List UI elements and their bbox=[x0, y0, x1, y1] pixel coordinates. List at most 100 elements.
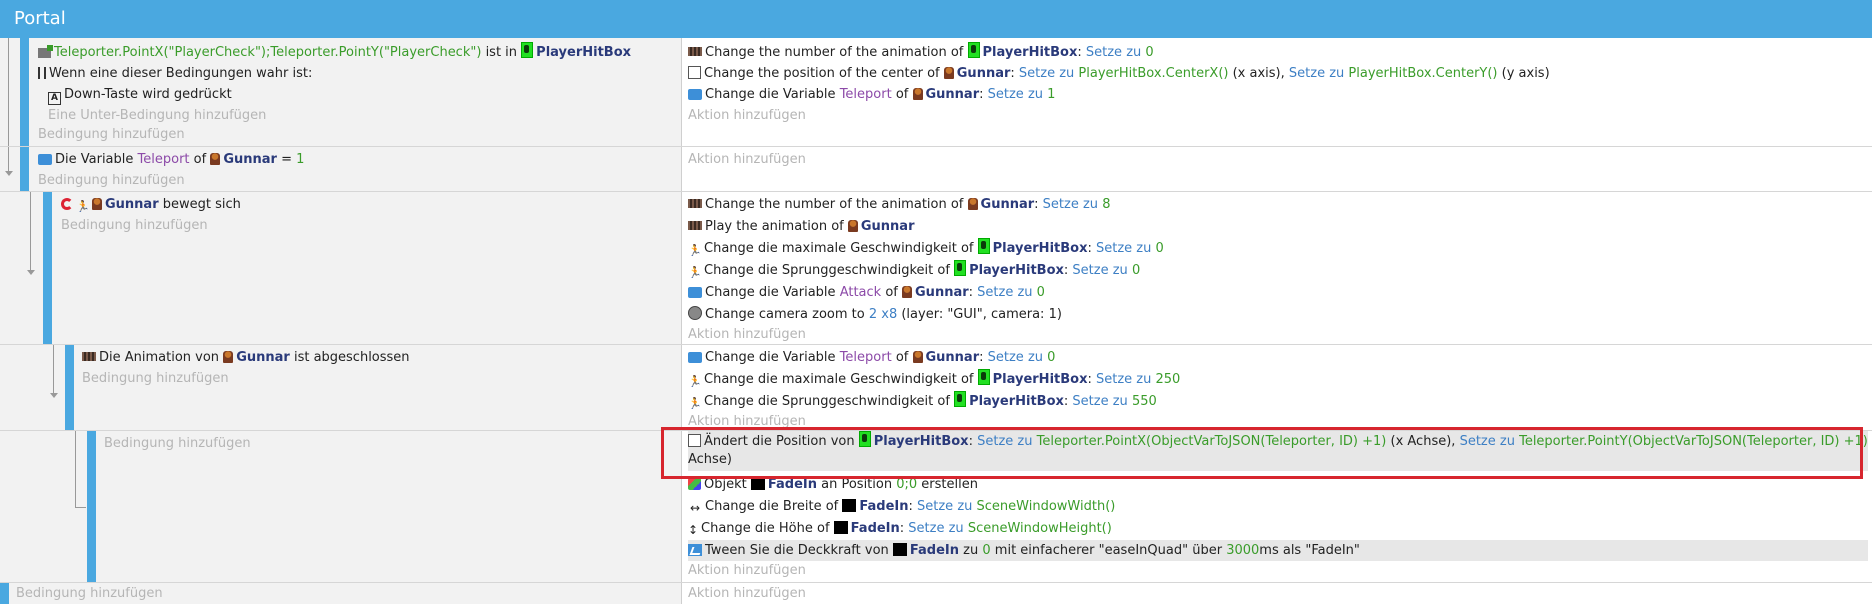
width-arrows-icon: ↔ bbox=[689, 501, 701, 515]
add-action-link[interactable]: Aktion hinzufügen bbox=[688, 149, 806, 170]
platformer-icon bbox=[76, 200, 89, 213]
keyboard-icon: A bbox=[48, 92, 61, 105]
action-set-position-wrap: Achse) bbox=[688, 452, 732, 467]
add-action-link[interactable]: Aktion hinzufügen bbox=[688, 411, 806, 432]
variable-icon bbox=[688, 287, 702, 298]
action-center-position[interactable]: Change the position of the center of Gun… bbox=[688, 63, 1550, 84]
add-condition-link[interactable]: Bedingung hinzufügen bbox=[38, 170, 185, 191]
event-bar[interactable] bbox=[20, 147, 29, 191]
position-icon bbox=[688, 434, 701, 447]
conditions-pane[interactable]: Teleporter.PointX("PlayerCheck");Telepor… bbox=[0, 38, 682, 146]
event-3[interactable]: Gunnar bewegt sich Bedingung hinzufügen … bbox=[0, 192, 1872, 345]
event-2[interactable]: Die Variable Teleport of Gunnar = 1 Bedi… bbox=[0, 147, 1872, 192]
action-anim-number[interactable]: Change the number of the animation of Pl… bbox=[688, 42, 1154, 63]
animation-icon bbox=[688, 47, 702, 56]
action-variable-teleport[interactable]: Change die Variable Teleport of Gunnar: … bbox=[688, 84, 1055, 105]
action-create-object[interactable]: Objekt FadeIn an Position 0;0 erstellen bbox=[688, 474, 978, 495]
conditions-pane[interactable]: Gunnar bewegt sich Bedingung hinzufügen bbox=[0, 192, 682, 344]
actions-pane[interactable]: Change the number of the animation of Gu… bbox=[682, 192, 1872, 344]
actions-pane[interactable]: Ändert die Position von PlayerHitBox: Se… bbox=[682, 431, 1872, 582]
action-camera-zoom[interactable]: Change camera zoom to 2 x8 (layer: "GUI"… bbox=[688, 304, 1062, 325]
condition-key-down[interactable]: A Down-Taste wird gedrückt bbox=[48, 84, 232, 105]
playerhitbox-icon bbox=[954, 391, 967, 407]
condition-collision[interactable]: Teleporter.PointX("PlayerCheck");Telepor… bbox=[38, 42, 631, 63]
platformer-icon bbox=[688, 397, 701, 410]
tween-icon bbox=[688, 544, 702, 556]
playerhitbox-icon bbox=[977, 238, 990, 254]
action-play-animation[interactable]: Play the animation of Gunnar bbox=[688, 216, 915, 237]
animation-icon bbox=[688, 199, 702, 208]
playerhitbox-icon bbox=[858, 431, 871, 447]
action-variable-teleport[interactable]: Change die Variable Teleport of Gunnar: … bbox=[688, 347, 1055, 368]
event-4[interactable]: Die Animation von Gunnar ist abgeschloss… bbox=[0, 345, 1872, 431]
action-anim-number[interactable]: Change the number of the animation of Gu… bbox=[688, 194, 1110, 215]
add-action-link[interactable]: Aktion hinzufügen bbox=[688, 560, 806, 581]
conditions-pane[interactable]: Bedingung hinzufügen bbox=[0, 583, 682, 604]
add-action-link[interactable]: Aktion hinzufügen bbox=[688, 105, 806, 126]
add-action-link[interactable]: Aktion hinzufügen bbox=[688, 324, 806, 345]
gunnar-icon bbox=[223, 351, 234, 363]
tree-arrow bbox=[27, 192, 35, 275]
action-height[interactable]: ↕ Change die Höhe of FadeIn: Setze zu Sce… bbox=[688, 518, 1112, 539]
add-action-link[interactable]: Aktion hinzufügen bbox=[688, 583, 806, 604]
variable-icon bbox=[688, 89, 702, 100]
event-6[interactable]: Bedingung hinzufügen Aktion hinzufügen bbox=[0, 583, 1872, 604]
event-bar[interactable] bbox=[0, 583, 9, 604]
action-width[interactable]: ↔ Change die Breite of FadeIn: Setze zu S… bbox=[688, 496, 1115, 517]
action-jump-speed[interactable]: Change die Sprunggeschwindigkeit of Play… bbox=[688, 260, 1140, 281]
event-bar[interactable] bbox=[87, 431, 96, 582]
add-subcondition-link[interactable]: Eine Unter-Bedingung hinzufügen bbox=[48, 105, 266, 126]
condition-variable[interactable]: Die Variable Teleport of Gunnar = 1 bbox=[38, 149, 304, 170]
gunnar-icon bbox=[210, 153, 221, 165]
playerhitbox-icon bbox=[967, 42, 980, 58]
platformer-icon bbox=[688, 375, 701, 388]
add-condition-link[interactable]: Bedingung hinzufügen bbox=[61, 215, 208, 236]
tree-line bbox=[75, 431, 86, 508]
action-set-position[interactable]: Ändert die Position von PlayerHitBox: Se… bbox=[688, 431, 1872, 452]
actions-pane[interactable]: Aktion hinzufügen bbox=[682, 147, 1872, 191]
group-title: Portal bbox=[14, 8, 66, 29]
condition-or[interactable]: Wenn eine dieser Bedingungen wahr ist: bbox=[38, 63, 312, 84]
action-tween-opacity[interactable]: Tween Sie die Deckkraft von FadeIn zu 0 … bbox=[688, 540, 1360, 561]
condition-point-icon bbox=[38, 45, 53, 58]
animation-icon bbox=[82, 352, 96, 361]
event-bar[interactable] bbox=[65, 345, 74, 430]
event-1[interactable]: Teleporter.PointX("PlayerCheck");Telepor… bbox=[0, 38, 1872, 147]
gunnar-icon bbox=[92, 198, 102, 210]
conditions-pane[interactable]: Die Variable Teleport of Gunnar = 1 Bedi… bbox=[0, 147, 682, 191]
add-condition-link[interactable]: Bedingung hinzufügen bbox=[38, 124, 185, 145]
action-max-speed[interactable]: Change die maximale Geschwindigkeit of P… bbox=[688, 369, 1180, 390]
height-arrows-icon: ↕ bbox=[688, 523, 699, 537]
gunnar-icon bbox=[943, 67, 954, 79]
event-bar[interactable] bbox=[20, 38, 29, 146]
camera-icon bbox=[688, 306, 702, 320]
create-object-icon bbox=[688, 478, 701, 490]
condition-animation-finished[interactable]: Die Animation von Gunnar ist abgeschloss… bbox=[82, 347, 410, 368]
action-variable-attack[interactable]: Change die Variable Attack of Gunnar: Se… bbox=[688, 282, 1045, 303]
add-condition-link[interactable]: Bedingung hinzufügen bbox=[82, 368, 229, 389]
conditions-pane[interactable]: Bedingung hinzufügen bbox=[0, 431, 682, 582]
action-jump-speed[interactable]: Change die Sprunggeschwindigkeit of Play… bbox=[688, 391, 1157, 412]
position-icon bbox=[688, 66, 701, 79]
gunnar-icon bbox=[912, 88, 923, 100]
event-bar[interactable] bbox=[43, 192, 52, 344]
actions-pane[interactable]: Change the number of the animation of Pl… bbox=[682, 38, 1872, 146]
tree-arrow bbox=[50, 345, 58, 398]
event-5[interactable]: Bedingung hinzufügen Ändert die Position… bbox=[0, 431, 1872, 583]
add-condition-link[interactable]: Bedingung hinzufügen bbox=[104, 433, 251, 454]
fadein-icon bbox=[833, 521, 848, 534]
conditions-pane[interactable]: Die Animation von Gunnar ist abgeschloss… bbox=[0, 345, 682, 430]
actions-pane[interactable]: Aktion hinzufügen bbox=[682, 583, 1872, 604]
platformer-icon bbox=[688, 244, 701, 257]
event-group-header[interactable]: Portal bbox=[0, 0, 1872, 38]
fadein-icon bbox=[842, 499, 857, 512]
playerhitbox-icon bbox=[954, 260, 967, 276]
actions-pane[interactable]: Change die Variable Teleport of Gunnar: … bbox=[682, 345, 1872, 430]
fadein-icon bbox=[750, 477, 765, 490]
gunnar-icon bbox=[912, 351, 923, 363]
add-condition-link[interactable]: Bedingung hinzufügen bbox=[16, 583, 163, 604]
playerhitbox-icon bbox=[977, 369, 990, 385]
action-max-speed[interactable]: Change die maximale Geschwindigkeit of P… bbox=[688, 238, 1164, 259]
invert-condition-icon bbox=[61, 198, 73, 210]
condition-is-moving[interactable]: Gunnar bewegt sich bbox=[61, 194, 241, 215]
